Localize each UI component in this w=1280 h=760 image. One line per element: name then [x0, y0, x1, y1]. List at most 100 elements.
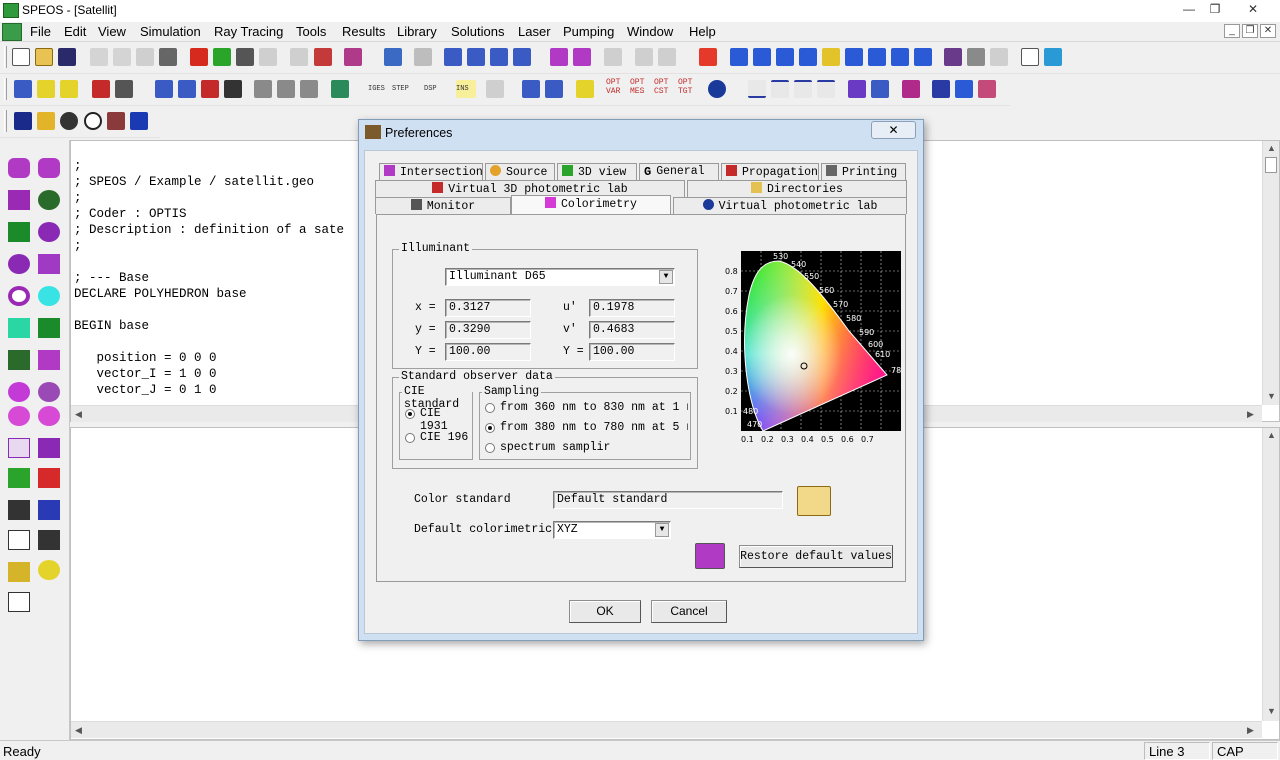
iges-icon[interactable]: IGES — [368, 80, 388, 98]
menu-library[interactable]: Library — [397, 24, 437, 39]
shield-icon[interactable] — [331, 80, 349, 98]
connect-icon[interactable] — [115, 80, 133, 98]
sensor-f-icon[interactable] — [845, 48, 863, 66]
wave-icon[interactable] — [794, 80, 812, 98]
open-folder-icon[interactable] — [35, 48, 53, 66]
sun-icon[interactable] — [38, 560, 60, 580]
capsule-icon[interactable] — [8, 158, 30, 178]
polyhedron-icon[interactable] — [8, 190, 30, 210]
mirror-icon[interactable] — [635, 48, 653, 66]
paste-icon[interactable] — [136, 48, 154, 66]
ellipsoid-icon[interactable] — [8, 254, 30, 274]
spectrum-sampling-radio[interactable] — [485, 443, 495, 453]
mdi-close-button[interactable]: ✕ — [1260, 24, 1276, 38]
x-field[interactable]: 0.3127 — [445, 299, 531, 317]
tab-virtual-photometric-lab[interactable]: Virtual photometric lab — [673, 197, 907, 214]
cylinder-icon[interactable] — [37, 112, 55, 130]
ring-2-icon[interactable] — [38, 406, 60, 426]
scene-icon[interactable] — [8, 468, 30, 488]
xm3-icon[interactable] — [201, 80, 219, 98]
menu-pumping[interactable]: Pumping — [563, 24, 614, 39]
disk-icon[interactable] — [8, 382, 30, 402]
pin-icon[interactable] — [932, 80, 950, 98]
cube-icon[interactable] — [213, 48, 231, 66]
ins-icon[interactable]: INS — [456, 80, 476, 98]
optical-block-icon[interactable] — [38, 468, 60, 488]
menu-help[interactable]: Help — [689, 24, 716, 39]
scroll-down-icon[interactable]: ▼ — [1267, 391, 1276, 401]
Y2-field[interactable]: 100.00 — [589, 343, 675, 361]
grid-icon[interactable] — [902, 80, 920, 98]
sampling-1nm-radio[interactable] — [485, 403, 495, 413]
dsp-icon[interactable]: DSP — [424, 80, 444, 98]
sensor-g-icon[interactable] — [868, 48, 886, 66]
vector-icon[interactable] — [955, 80, 973, 98]
ok-button[interactable]: OK — [569, 600, 641, 623]
tool-icon[interactable] — [486, 80, 504, 98]
facet-icon[interactable] — [38, 530, 60, 550]
line-icon[interactable] — [748, 80, 766, 98]
cancel-button[interactable]: Cancel — [651, 600, 727, 623]
scroll-down-icon[interactable]: ▼ — [1267, 706, 1276, 716]
array-icon[interactable] — [8, 562, 30, 582]
table-a-icon[interactable] — [254, 80, 272, 98]
capsule-2-icon[interactable] — [38, 158, 60, 178]
sensor-e-icon[interactable] — [822, 48, 840, 66]
browse-folder-icon[interactable] — [797, 486, 831, 516]
cylinder-shape-icon[interactable] — [8, 318, 30, 338]
scroll-up-icon[interactable]: ▲ — [1267, 143, 1276, 153]
dodecahedron-icon[interactable] — [38, 318, 60, 338]
opt-var-icon[interactable]: OPT VAR — [606, 78, 628, 96]
star-icon[interactable] — [37, 80, 55, 98]
default-colorimetric-select[interactable]: XYZ ▼ — [553, 521, 671, 539]
mirror-2-icon[interactable] — [658, 48, 676, 66]
arrows-icon[interactable] — [8, 350, 30, 370]
table-b-icon[interactable] — [277, 80, 295, 98]
sparkle-icon[interactable] — [60, 80, 78, 98]
tol-b-icon[interactable] — [545, 80, 563, 98]
analysis-icon[interactable] — [944, 48, 962, 66]
disc-icon[interactable] — [60, 112, 78, 130]
menu-tools[interactable]: Tools — [296, 24, 326, 39]
copy-icon[interactable] — [113, 48, 131, 66]
menu-ray-tracing[interactable]: Ray Tracing — [214, 24, 283, 39]
flask-icon[interactable] — [107, 112, 125, 130]
grid-color-icon[interactable] — [550, 48, 568, 66]
arrow-icon[interactable] — [92, 80, 110, 98]
Y-field[interactable]: 100.00 — [445, 343, 531, 361]
tab-3d-view[interactable]: 3D view — [557, 163, 637, 180]
scroll-thumb[interactable] — [1265, 157, 1277, 173]
tab-general[interactable]: G General — [639, 163, 719, 180]
settings-icon[interactable] — [259, 48, 277, 66]
menu-solutions[interactable]: Solutions — [451, 24, 504, 39]
stop-icon[interactable] — [967, 48, 985, 66]
dialog-close-button[interactable]: ✕ — [871, 121, 916, 139]
sphere-icon[interactable] — [38, 222, 60, 242]
mesh-icon[interactable] — [38, 438, 60, 458]
tab-directories[interactable]: Directories — [687, 180, 907, 197]
polygon-icon[interactable] — [8, 438, 30, 458]
list-icon[interactable] — [14, 112, 32, 130]
point-icon[interactable] — [414, 48, 432, 66]
restore-defaults-button[interactable]: Restore default values — [739, 545, 893, 568]
source-icon[interactable] — [384, 48, 402, 66]
grid-surface-icon[interactable] — [8, 530, 30, 550]
editor-vertical-scrollbar[interactable]: ▲ ▼ — [1262, 141, 1279, 405]
v-field[interactable]: 0.4683 — [589, 321, 675, 339]
scroll-left-icon[interactable]: ◀ — [75, 725, 82, 736]
plane-icon[interactable] — [38, 350, 60, 370]
sampling-5nm-radio[interactable] — [485, 423, 495, 433]
u-field[interactable]: 0.1978 — [589, 299, 675, 317]
align-icon[interactable] — [604, 48, 622, 66]
function-icon[interactable] — [576, 80, 594, 98]
node-icon[interactable] — [14, 80, 32, 98]
surface-icon[interactable] — [871, 80, 889, 98]
tab-source[interactable]: Source — [485, 163, 555, 180]
save-icon[interactable] — [58, 48, 76, 66]
step-icon[interactable]: STEP — [392, 80, 412, 98]
print-icon[interactable] — [159, 48, 177, 66]
menu-laser[interactable]: Laser — [518, 24, 551, 39]
tol-a-icon[interactable] — [522, 80, 540, 98]
torus-icon[interactable] — [8, 286, 30, 306]
cut-icon[interactable] — [90, 48, 108, 66]
